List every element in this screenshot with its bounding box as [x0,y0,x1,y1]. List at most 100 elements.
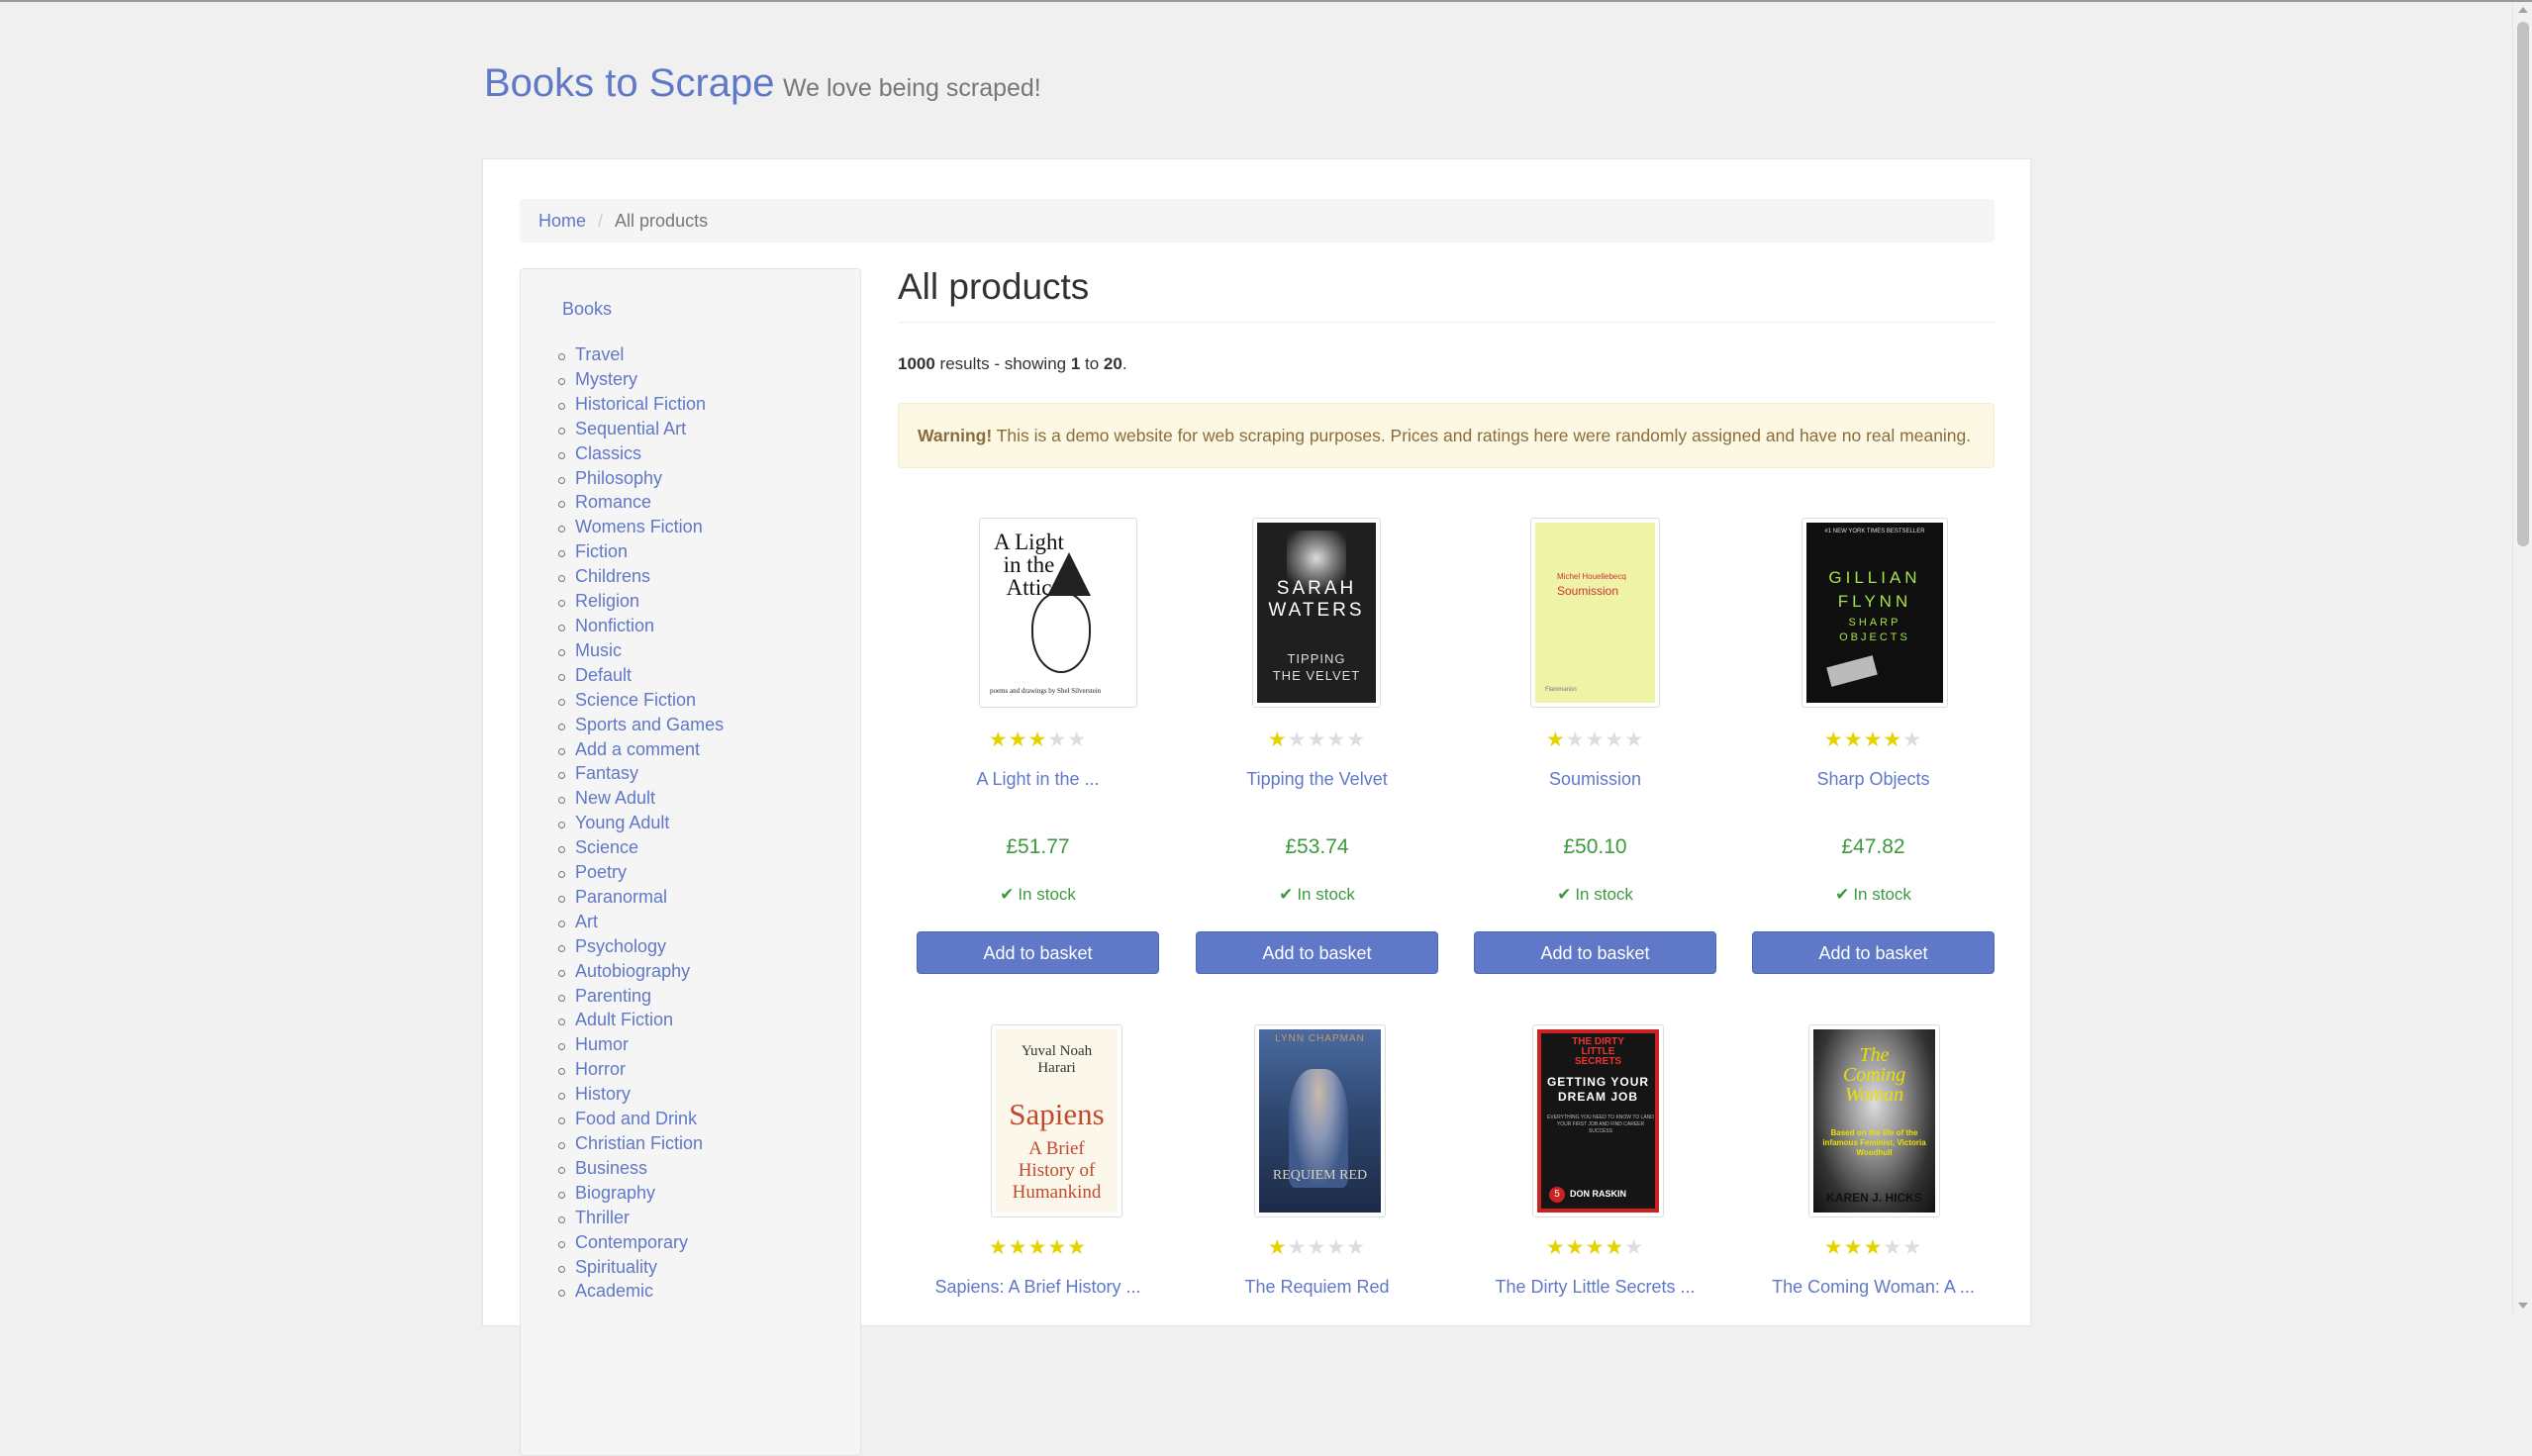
category-link[interactable]: Biography [575,1183,655,1203]
cover-author: LYNN CHAPMAN [1275,1033,1365,1044]
cover-art-dirty-little-secrets: THE DIRTY LITTLE SECRETS GETTING YOUR DREAM… [1537,1029,1659,1213]
category-link[interactable]: Science Fiction [575,690,696,710]
sidebar-books-link[interactable]: Books [562,299,612,320]
cover-byline: poems and drawings by Shel Silverstein [990,687,1102,695]
category-link[interactable]: Parenting [575,986,651,1006]
site-brand-link[interactable]: Books to Scrape [484,61,775,105]
star-empty-icon: ★ [1287,728,1308,751]
category-link[interactable]: Add a comment [575,739,700,759]
category-link[interactable]: Adult Fiction [575,1010,673,1029]
category-link[interactable]: Art [575,912,598,931]
book-cover-image[interactable]: #1 NEW YORK TIMES BESTSELLER GILLIAN FLY… [1802,518,1948,708]
category-item: Nonfiction [557,614,724,638]
category-item: Humor [557,1032,724,1057]
add-to-basket-button[interactable]: Add to basket [1474,931,1716,974]
category-link[interactable]: New Adult [575,788,655,808]
category-link[interactable]: Nonfiction [575,616,654,635]
category-link[interactable]: Womens Fiction [575,517,703,536]
category-link[interactable]: Religion [575,591,639,611]
star-rating: ★★★★★ [1196,1235,1438,1260]
category-link[interactable]: Philosophy [575,468,662,488]
category-link[interactable]: Christian Fiction [575,1133,703,1153]
vertical-scrollbar[interactable] [2512,2,2532,1313]
category-link[interactable]: Classics [575,443,641,463]
category-link[interactable]: Academic [575,1281,653,1301]
category-link[interactable]: Default [575,665,632,685]
category-link[interactable]: Science [575,837,638,857]
category-link[interactable]: Romance [575,492,651,512]
star-filled-icon: ★ [1565,1236,1586,1259]
book-cover-image[interactable]: A Light in the Attic poems and drawings by… [979,518,1137,708]
category-link[interactable]: Contemporary [575,1232,688,1252]
category-item: Fiction [557,539,724,564]
book-cover-image[interactable]: Michel Houellebecq Soumission Flammarion [1530,518,1660,708]
add-to-basket-button[interactable]: Add to basket [1196,931,1438,974]
book-cover-image[interactable]: SARAH WATERS TIPPING THE VELVET [1252,518,1381,708]
cover-title-1: TIPPING [1287,651,1346,666]
book-cover-image[interactable]: The Coming Woman Based on the life of the … [1808,1024,1940,1217]
cover-subtitle: A Brief History of Humankind [1012,1138,1102,1203]
product-title-link[interactable]: A Light in the ... [917,769,1159,790]
cover-series: THE DIRTY LITTLE SECRETS [1572,1036,1624,1067]
category-item: Adult Fiction [557,1008,724,1032]
scrollbar-thumb[interactable] [2517,22,2529,546]
add-to-basket-button[interactable]: Add to basket [1752,931,1995,974]
cover-art-requiem-red: LYNN CHAPMAN REQUIEM RED [1259,1029,1381,1213]
scroll-up-arrow-icon[interactable] [2518,7,2528,13]
category-link[interactable]: Fiction [575,541,628,561]
category-link[interactable]: Business [575,1158,647,1178]
cover-banner: #1 NEW YORK TIMES BESTSELLER [1824,529,1925,534]
warning-label: Warning! [918,426,993,445]
breadcrumb: Home / All products [520,199,1995,243]
star-filled-icon: ★ [1267,728,1288,751]
product-title-link[interactable]: Soumission [1474,769,1716,790]
availability: ✔ In stock [1752,885,1995,905]
book-cover-image[interactable]: LYNN CHAPMAN REQUIEM RED [1254,1024,1386,1217]
category-link[interactable]: Thriller [575,1208,630,1227]
scroll-down-arrow-icon[interactable] [2518,1303,2528,1309]
category-link[interactable]: Autobiography [575,961,690,981]
cover-badge: 5 [1549,1187,1565,1203]
book-cover-image[interactable]: THE DIRTY LITTLE SECRETS GETTING YOUR DREAM… [1532,1024,1664,1217]
product-title-link[interactable]: The Coming Woman: A ... [1752,1277,1995,1298]
category-link[interactable]: Historical Fiction [575,394,706,414]
add-to-basket-button[interactable]: Add to basket [917,931,1159,974]
product-title-link[interactable]: Sharp Objects [1752,769,1995,790]
category-link[interactable]: Fantasy [575,763,638,783]
category-link[interactable]: History [575,1084,631,1104]
star-rating: ★★★★★ [1752,728,1995,752]
star-filled-icon: ★ [1883,728,1903,751]
breadcrumb-home-link[interactable]: Home [538,211,586,231]
star-filled-icon: ★ [1027,728,1048,751]
star-filled-icon: ★ [1863,728,1884,751]
category-item: Young Adult [557,811,724,835]
cover-face-drawing [1031,592,1091,673]
category-link[interactable]: Travel [575,344,624,364]
product-title-link[interactable]: The Dirty Little Secrets ... [1474,1277,1716,1298]
category-link[interactable]: Childrens [575,566,650,586]
product-title-link[interactable]: Tipping the Velvet [1196,769,1438,790]
star-empty-icon: ★ [1326,728,1347,751]
category-link[interactable]: Spirituality [575,1257,657,1277]
star-filled-icon: ★ [1008,728,1028,751]
category-link[interactable]: Music [575,640,622,660]
category-link[interactable]: Mystery [575,369,637,389]
category-link[interactable]: Sports and Games [575,715,724,734]
category-link[interactable]: Poetry [575,862,627,882]
category-link[interactable]: Psychology [575,936,666,956]
category-link[interactable]: Horror [575,1059,626,1079]
category-item: Psychology [557,934,724,959]
category-item: Add a comment [557,737,724,762]
star-rating: ★★★★★ [917,1235,1159,1260]
category-link[interactable]: Paranormal [575,887,667,907]
product-title-link[interactable]: The Requiem Red [1196,1277,1438,1298]
category-link[interactable]: Humor [575,1034,629,1054]
category-link[interactable]: Sequential Art [575,419,686,438]
cover-title-2: THE VELVET [1272,668,1361,683]
category-link[interactable]: Young Adult [575,813,669,832]
cover-author: Yuval Noah Harari [1021,1043,1093,1076]
book-cover-image[interactable]: Yuval Noah Harari Sapiens A Brief History … [991,1024,1122,1217]
product-title-link[interactable]: Sapiens: A Brief History ... [917,1277,1159,1298]
results-to: 20 [1103,354,1122,373]
category-link[interactable]: Food and Drink [575,1109,697,1128]
